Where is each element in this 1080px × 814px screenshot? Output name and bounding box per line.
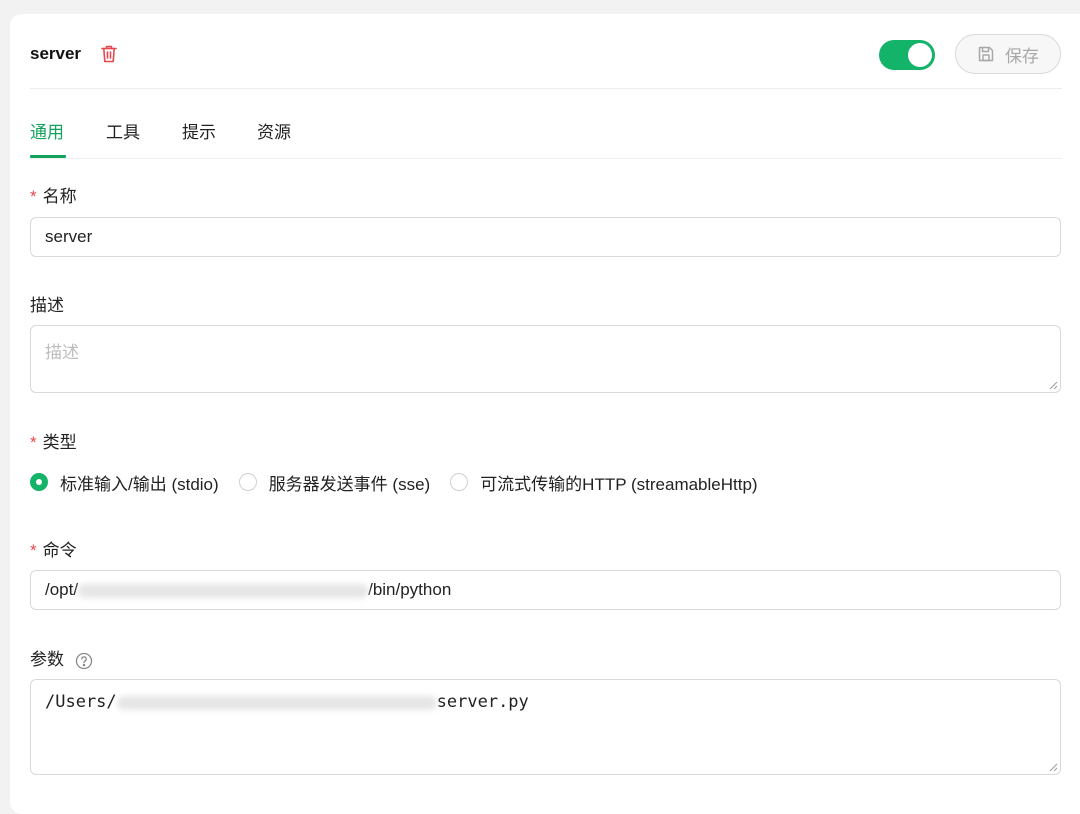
redacted-blur bbox=[78, 584, 368, 598]
toggle-knob bbox=[908, 43, 932, 67]
resize-grip-icon[interactable] bbox=[1048, 762, 1058, 772]
server-name-title: server bbox=[30, 44, 81, 64]
save-label: 保存 bbox=[1005, 42, 1039, 67]
save-button[interactable]: 保存 bbox=[955, 34, 1061, 74]
type-radio-group: 标准输入/输出 (stdio) 服务器发送事件 (sse) 可流式传输的HTTP… bbox=[30, 470, 778, 494]
tab-prompts[interactable]: 提示 bbox=[182, 118, 216, 143]
resize-grip-icon[interactable] bbox=[1048, 380, 1058, 390]
description-label: 描述 bbox=[30, 291, 64, 316]
trash-icon[interactable] bbox=[100, 44, 118, 64]
active-tab-indicator bbox=[30, 155, 66, 158]
tab-resources[interactable]: 资源 bbox=[257, 118, 291, 143]
radio-unchecked-icon bbox=[239, 473, 257, 491]
help-circle-icon[interactable] bbox=[75, 652, 93, 670]
args-label: 参数 bbox=[30, 645, 93, 670]
radio-stdio[interactable]: 标准输入/输出 (stdio) bbox=[30, 470, 219, 495]
redacted-blur bbox=[117, 696, 437, 710]
radio-streamable-http[interactable]: 可流式传输的HTTP (streamableHttp) bbox=[450, 470, 757, 495]
required-asterisk: * bbox=[30, 433, 37, 452]
required-asterisk: * bbox=[30, 187, 37, 206]
card-header: server 保存 bbox=[30, 14, 1062, 89]
tab-bar: 通用 工具 提示 资源 bbox=[30, 100, 1062, 159]
radio-unchecked-icon bbox=[450, 473, 468, 491]
radio-checked-icon bbox=[30, 473, 48, 491]
save-icon bbox=[977, 45, 995, 63]
description-placeholder: 描述 bbox=[45, 343, 79, 362]
enable-toggle[interactable] bbox=[879, 40, 935, 70]
name-label: *名称 bbox=[30, 182, 77, 207]
command-input[interactable]: /opt//bin/python bbox=[30, 570, 1061, 610]
required-asterisk: * bbox=[30, 541, 37, 560]
name-input[interactable]: server bbox=[30, 217, 1061, 257]
tab-tools[interactable]: 工具 bbox=[106, 118, 140, 143]
tab-general[interactable]: 通用 bbox=[30, 118, 64, 143]
description-textarea[interactable]: 描述 bbox=[30, 325, 1061, 393]
radio-sse[interactable]: 服务器发送事件 (sse) bbox=[239, 470, 431, 495]
args-textarea[interactable]: /Users/server.py bbox=[30, 679, 1061, 775]
command-label: *命令 bbox=[30, 536, 77, 561]
type-label: *类型 bbox=[30, 428, 77, 453]
